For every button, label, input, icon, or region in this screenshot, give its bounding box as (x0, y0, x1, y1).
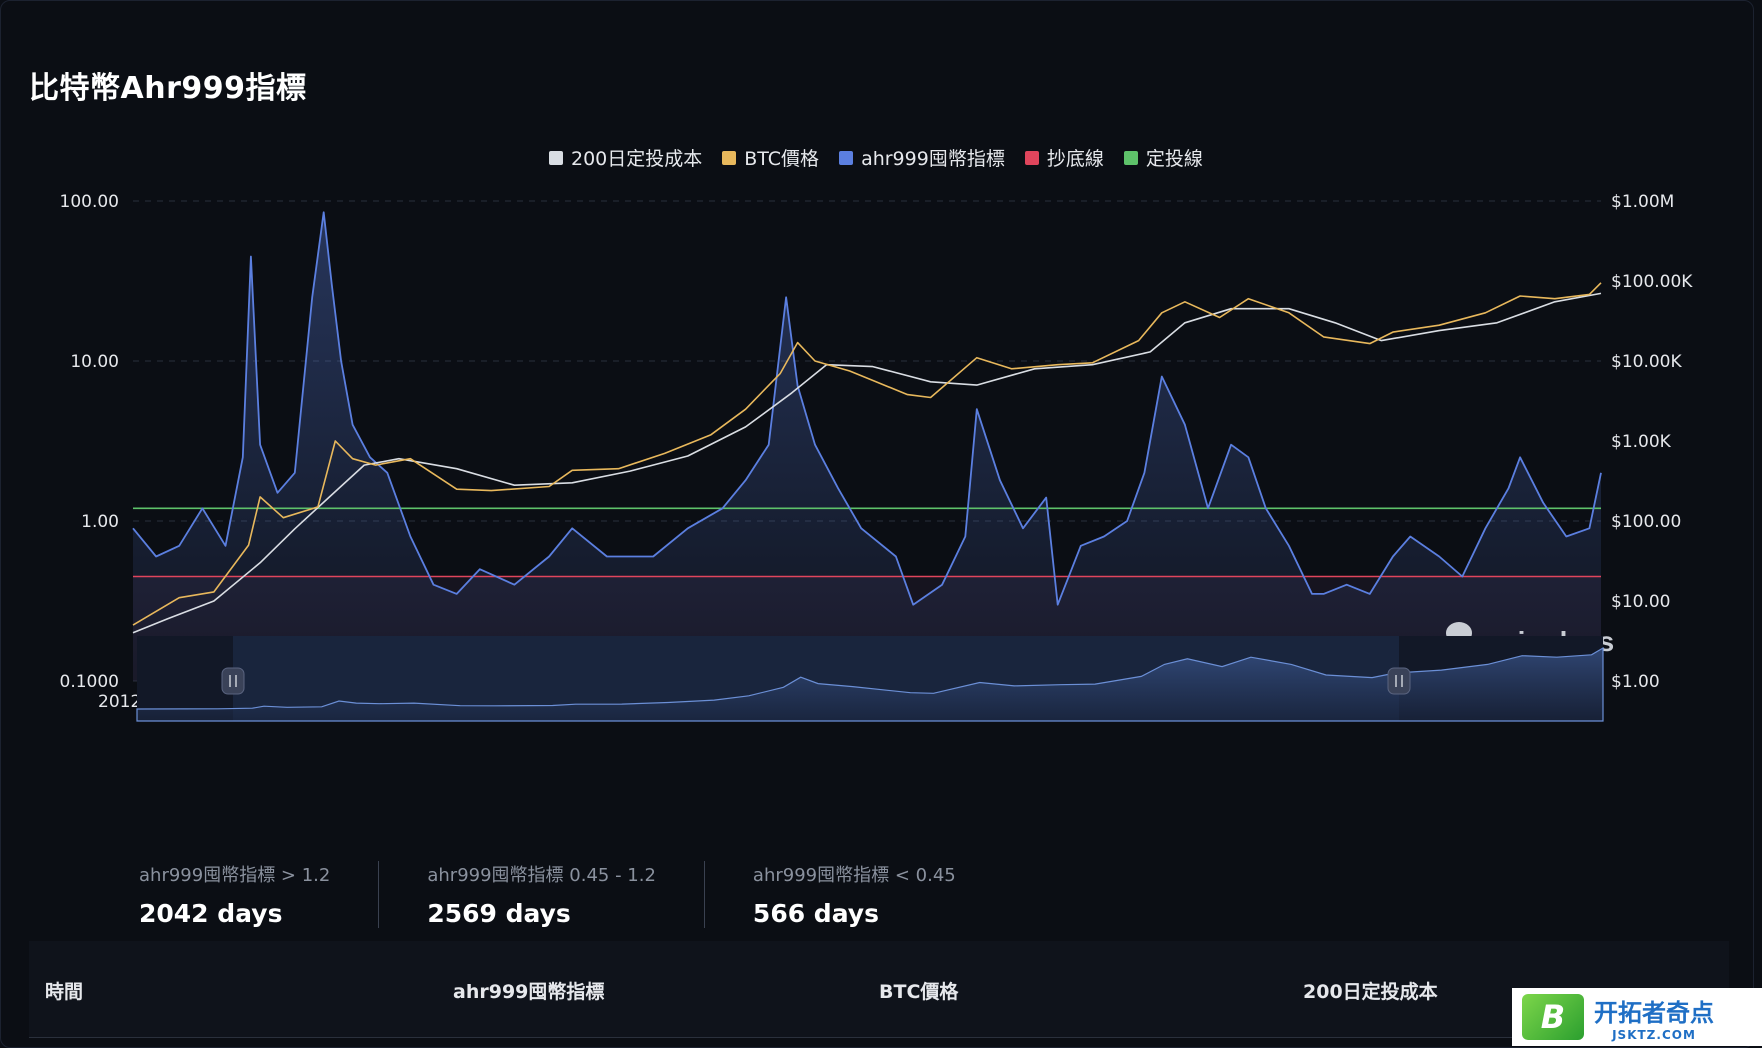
stat-below-value: 566 days (752, 899, 879, 928)
y-left-tick-label: 0.1000 (60, 672, 119, 692)
stat-middle-value: 2569 days (427, 899, 571, 928)
stat-below: ahr999囤幣指標 < 0.45 566 days (703, 861, 1004, 928)
chart-legend: 200日定投成本 BTC價格 ahr999囤幣指標 抄底線 定投線 (549, 144, 1203, 171)
legend-item-dca-line[interactable]: 定投線 (1123, 144, 1203, 171)
stats-row: ahr999囤幣指標 > 1.2 2042 days ahr999囤幣指標 0.… (139, 861, 1004, 928)
chart-series (132, 211, 1602, 682)
chart-card: 比特幣Ahr999指標 200日定投成本 BTC價格 ahr999囤幣指標 抄底… (0, 0, 1754, 1048)
navigator-handle-right[interactable] (1387, 667, 1411, 695)
y-right-tick-label: $1.00 (1611, 672, 1660, 692)
badge-logo-icon: B (1522, 994, 1584, 1040)
y-right-tick-label: $10.00K (1611, 352, 1682, 372)
stat-above: ahr999囤幣指標 > 1.2 2042 days (139, 861, 378, 928)
legend-swatch-btc-price (722, 150, 737, 165)
column-header-ahr999[interactable]: ahr999囤幣指標 (453, 977, 604, 1004)
stat-middle: ahr999囤幣指標 0.45 - 1.2 2569 days (378, 861, 704, 928)
y-right-tick-label: $100.00 (1611, 512, 1681, 532)
column-header-dca-cost[interactable]: 200日定投成本 (1303, 977, 1438, 1004)
handle-grip-icon (1387, 667, 1411, 695)
ahr999-chart[interactable]: 100.00 10.00 1.00 0.1000 $1.00M $100.00K $10.0… (1, 181, 1753, 821)
legend-swatch-dca-line (1123, 150, 1138, 165)
badge-text: 开拓者奇点 JSKTZ.COM (1594, 993, 1714, 1042)
y-left-tick-label: 1.00 (81, 512, 119, 532)
y-left-tick-label: 100.00 (60, 192, 119, 212)
legend-swatch-ahr999 (839, 150, 854, 165)
legend-label-dca-line: 定投線 (1145, 148, 1203, 170)
legend-item-dca-cost[interactable]: 200日定投成本 (549, 144, 702, 171)
y-right-tick-label: $10.00 (1611, 592, 1670, 612)
legend-label-ahr999: ahr999囤幣指標 (861, 148, 1005, 170)
legend-label-bottom-line: 抄底線 (1046, 148, 1104, 170)
y-right-tick-label: $1.00M (1611, 192, 1674, 212)
legend-label-dca-cost: 200日定投成本 (571, 148, 703, 170)
range-navigator[interactable] (136, 636, 1604, 722)
legend-item-bottom-line[interactable]: 抄底線 (1024, 144, 1104, 171)
chart-title: 比特幣Ahr999指標 (29, 71, 307, 106)
stat-middle-label: ahr999囤幣指標 0.45 - 1.2 (427, 865, 656, 886)
handle-grip-icon (221, 667, 245, 695)
legend-label-btc-price: BTC價格 (744, 148, 820, 170)
y-right-tick-label: $1.00K (1611, 432, 1672, 452)
stat-below-label: ahr999囤幣指標 < 0.45 (752, 865, 956, 886)
badge-domain: JSKTZ.COM (1612, 1027, 1696, 1042)
column-header-btc-price[interactable]: BTC價格 (879, 977, 958, 1004)
badge-brand: 开拓者奇点 (1594, 998, 1714, 1027)
ahr999-area (133, 212, 1601, 682)
legend-swatch-dca-cost (549, 150, 563, 165)
site-badge[interactable]: B 开拓者奇点 JSKTZ.COM (1512, 988, 1762, 1046)
data-table-header: 時間 ahr999囤幣指標 BTC價格 200日定投成本 (29, 941, 1729, 1038)
y-left-tick-label: 10.00 (70, 352, 119, 372)
stat-above-value: 2042 days (139, 899, 283, 928)
legend-item-ahr999[interactable]: ahr999囤幣指標 (839, 144, 1005, 171)
legend-item-btc-price[interactable]: BTC價格 (722, 144, 819, 171)
navigator-handle-left[interactable] (221, 667, 245, 695)
stat-above-label: ahr999囤幣指標 > 1.2 (139, 865, 331, 886)
column-header-time[interactable]: 時間 (45, 977, 83, 1004)
legend-swatch-bottom-line (1024, 150, 1039, 165)
y-right-tick-label: $100.00K (1611, 272, 1693, 292)
